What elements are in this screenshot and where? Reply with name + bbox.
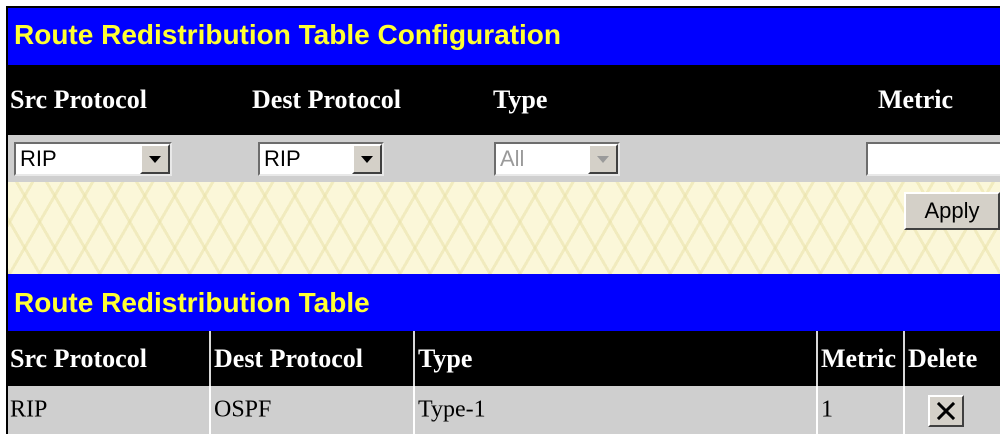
table-header-type: Type [418,343,473,373]
config-header-dest: Dest Protocol [252,85,401,114]
config-header-src: Src Protocol [10,85,147,114]
table-header-metric: Metric [821,343,897,373]
table-header-row: Src Protocol Dest Protocol Type Metric D… [8,331,1000,386]
table-title: Route Redistribution Table [14,287,370,318]
column-divider [209,386,211,434]
table-title-bar: Route Redistribution Table [8,274,1000,331]
dest-protocol-select[interactable]: RIP [258,142,384,176]
config-header-type: Type [493,85,548,114]
dest-protocol-value: RIP [264,146,301,171]
column-divider [816,386,818,434]
delete-button[interactable] [928,395,964,427]
config-title-bar: Route Redistribution Table Configuration [8,8,1000,65]
chevron-down-icon[interactable] [588,144,618,174]
column-divider [816,331,818,386]
config-header-metric: Metric [878,85,954,114]
src-protocol-select[interactable]: RIP [14,142,172,176]
row-type: Type-1 [418,396,486,423]
apply-button[interactable]: Apply [904,192,1000,230]
row-src-protocol: RIP [10,396,48,423]
column-divider [903,331,905,386]
column-divider [209,331,211,386]
column-divider [413,386,415,434]
table-header-dest: Dest Protocol [214,343,363,373]
route-redistribution-frame: Route Redistribution Table Configuration… [6,6,1000,434]
pattern-background [8,182,1000,274]
table-header-src: Src Protocol [10,343,147,373]
chevron-down-icon[interactable] [352,144,382,174]
metric-input[interactable] [866,142,1000,176]
chevron-down-icon[interactable] [140,144,170,174]
row-dest-protocol: OSPF [214,396,272,423]
table-row: RIP OSPF Type-1 1 [8,386,1000,434]
config-title: Route Redistribution Table Configuration [14,19,561,50]
column-divider [413,331,415,386]
config-header-row: Src Protocol Dest Protocol Type Metric [8,65,1000,135]
src-protocol-value: RIP [20,146,57,171]
type-select[interactable]: All [494,142,620,176]
type-value: All [500,146,525,171]
close-icon [936,401,956,421]
table-header-delete: Delete [908,343,978,373]
column-divider [903,386,905,434]
row-metric: 1 [821,396,833,423]
